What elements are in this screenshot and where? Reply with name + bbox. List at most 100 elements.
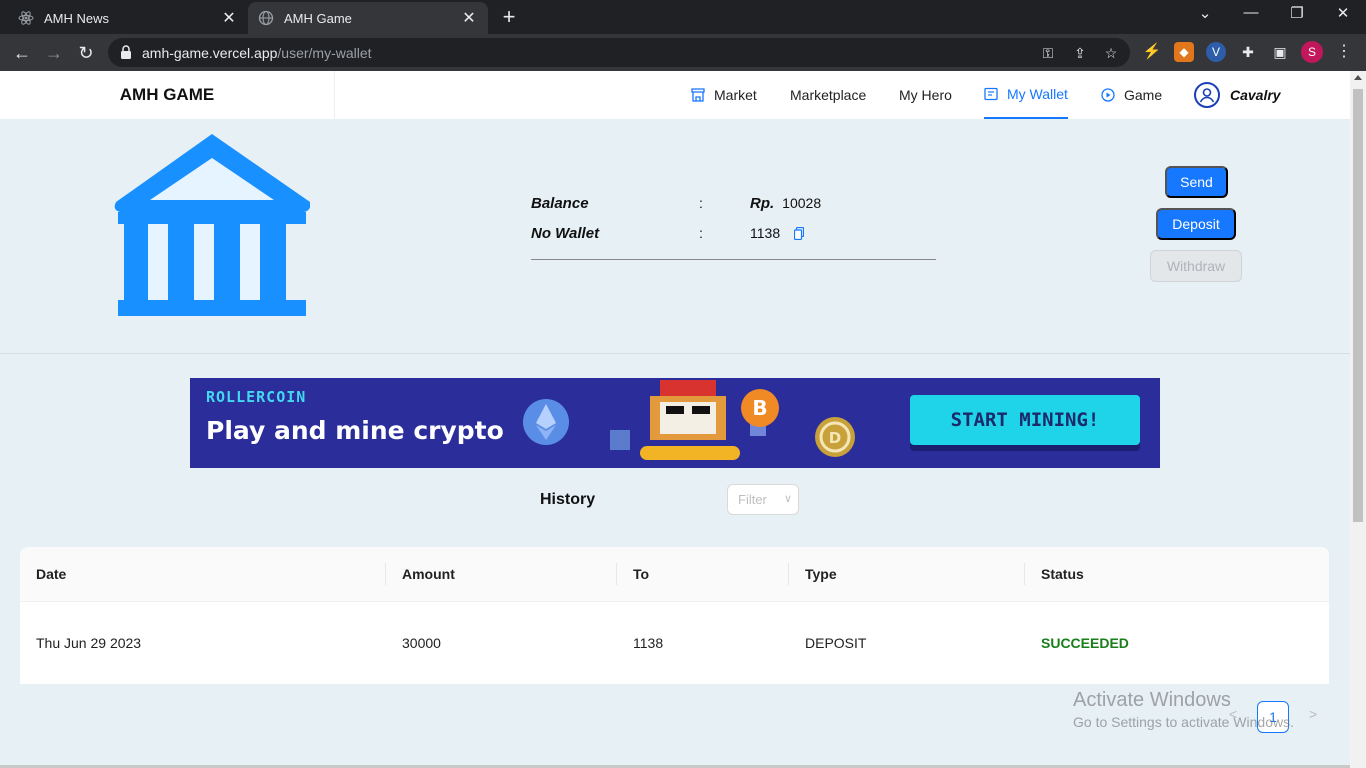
- balance-label: Balance: [531, 195, 589, 212]
- restore-icon[interactable]: ❐: [1282, 4, 1312, 22]
- nav-label: Game: [1124, 87, 1163, 103]
- deposit-button[interactable]: Deposit: [1156, 208, 1236, 240]
- wallet-number-row: No Wallet : 1138: [531, 225, 936, 245]
- bank-icon: [114, 134, 310, 316]
- side-panel-icon[interactable]: ▣: [1270, 42, 1290, 62]
- history-title: History: [540, 491, 596, 508]
- browser-tab-amh-game[interactable]: AMH Game ✕: [248, 2, 488, 34]
- nav-label: My Wallet: [1007, 86, 1068, 102]
- lock-icon: [121, 45, 131, 59]
- copy-icon[interactable]: [794, 227, 805, 240]
- column-divider: [788, 563, 789, 585]
- wallet-label: No Wallet: [531, 225, 600, 242]
- new-tab-icon[interactable]: +: [498, 6, 520, 28]
- cell-status: SUCCEEDED: [1041, 635, 1129, 651]
- svg-text:B: B: [752, 396, 767, 420]
- tab-title: AMH News: [44, 10, 110, 26]
- column-divider: [616, 563, 617, 585]
- nav-game[interactable]: Game: [1101, 71, 1162, 119]
- cell-amount: 30000: [402, 635, 441, 651]
- colon: :: [699, 225, 703, 241]
- star-icon[interactable]: ☆: [1102, 44, 1120, 62]
- column-divider: [385, 563, 386, 585]
- key-icon[interactable]: ⚿: [1039, 44, 1057, 62]
- table-header: Date Amount To Type Status: [20, 547, 1329, 602]
- nav-my-wallet[interactable]: My Wallet: [984, 71, 1068, 119]
- back-icon[interactable]: ←: [10, 41, 34, 65]
- chevron-down-icon: ∨: [783, 493, 792, 505]
- react-icon: [18, 10, 34, 26]
- history-table: Date Amount To Type Status Thu Jun 29 20…: [20, 547, 1329, 684]
- colon: :: [699, 195, 703, 211]
- nav-label: Market: [714, 87, 757, 103]
- rollercoin-ad-banner[interactable]: ROLLERCOIN Play and mine crypto B D STAR…: [190, 378, 1160, 468]
- cell-to: 1138: [633, 635, 664, 651]
- share-icon[interactable]: ⇪: [1071, 44, 1089, 62]
- shop-icon: [691, 88, 705, 102]
- bolt-extension-icon[interactable]: ⚡: [1142, 42, 1162, 62]
- cell-type: DEPOSIT: [805, 635, 867, 651]
- page-scrollbar[interactable]: [1350, 71, 1366, 768]
- browser-tab-amh-news[interactable]: AMH News ✕: [8, 2, 248, 34]
- table-row[interactable]: Thu Jun 29 2023 30000 1138 DEPOSIT SUCCE…: [20, 603, 1329, 684]
- user-icon: [1194, 82, 1220, 108]
- wallet-section: Balance : Rp. 10028 No Wallet : 1138 Send…: [0, 119, 1350, 354]
- wallet-info: Balance : Rp. 10028 No Wallet : 1138: [531, 195, 936, 260]
- nav-marketplace[interactable]: Marketplace: [790, 71, 866, 119]
- cell-date: Thu Jun 29 2023: [36, 635, 142, 651]
- column-header-type[interactable]: Type: [805, 547, 837, 602]
- tab-search-icon[interactable]: ⌄: [1190, 4, 1220, 22]
- balance-value: 10028: [782, 195, 822, 211]
- close-icon[interactable]: ✕: [460, 8, 478, 28]
- nav-label: My Hero: [899, 87, 952, 103]
- start-mining-button[interactable]: START MINING!: [910, 395, 1140, 445]
- play-circle-icon: [1101, 88, 1115, 102]
- extensions-puzzle-icon[interactable]: ✚: [1238, 42, 1258, 62]
- balance-row: Balance : Rp. 10028: [531, 195, 936, 215]
- reload-icon[interactable]: ↻: [74, 41, 98, 65]
- column-header-status[interactable]: Status: [1041, 547, 1084, 602]
- ad-tagline: Play and mine crypto: [206, 416, 504, 445]
- v-extension-icon[interactable]: V: [1206, 42, 1226, 62]
- app-header: AMH GAME Market Marketplace My Hero My W…: [0, 71, 1350, 119]
- globe-icon: [258, 10, 274, 26]
- more-menu-icon[interactable]: ⋮: [1334, 42, 1354, 62]
- watermark-line-2: Go to Settings to activate Windows.: [1073, 714, 1294, 730]
- currency-label: Rp.: [750, 195, 775, 212]
- brand-logo[interactable]: AMH GAME: [0, 71, 335, 119]
- metamask-extension-icon[interactable]: ◆: [1174, 42, 1194, 62]
- nav-label: Marketplace: [790, 87, 867, 103]
- svg-text:D: D: [829, 429, 841, 447]
- send-button[interactable]: Send: [1165, 166, 1228, 198]
- balance-value-group: Rp. 10028: [750, 195, 821, 212]
- column-header-amount[interactable]: Amount: [402, 547, 455, 602]
- browser-toolbar: ← → ↻ amh-game.vercel.app/user/my-wallet…: [0, 34, 1366, 71]
- scroll-up-icon[interactable]: [1354, 75, 1362, 80]
- wallet-number: 1138: [750, 225, 781, 241]
- browser-tab-strip: AMH News ✕ AMH Game ✕ + ⌄ — ❐ ✕: [0, 0, 1366, 34]
- dogecoin-coin-icon: D: [815, 417, 855, 457]
- watermark-line-1: Activate Windows: [1073, 689, 1231, 711]
- column-header-to[interactable]: To: [633, 547, 649, 602]
- profile-avatar[interactable]: S: [1301, 41, 1323, 63]
- window-close-icon[interactable]: ✕: [1328, 4, 1358, 22]
- close-icon[interactable]: ✕: [220, 8, 238, 28]
- filter-select[interactable]: Filter ∨: [727, 484, 799, 515]
- nav-my-hero[interactable]: My Hero: [899, 71, 952, 119]
- filter-placeholder: Filter: [738, 492, 767, 507]
- nav-market[interactable]: Market: [691, 71, 757, 119]
- ad-brand: ROLLERCOIN: [206, 388, 307, 406]
- minimize-icon[interactable]: —: [1236, 4, 1266, 21]
- column-header-date[interactable]: Date: [36, 547, 66, 602]
- column-divider: [1024, 563, 1025, 585]
- withdraw-button[interactable]: Withdraw: [1150, 250, 1242, 282]
- address-bar[interactable]: amh-game.vercel.app/user/my-wallet ⚿ ⇪ ☆: [108, 38, 1130, 67]
- forward-icon[interactable]: →: [42, 41, 66, 65]
- url-text: amh-game.vercel.app/user/my-wallet: [142, 45, 372, 61]
- ethereum-coin-icon: [523, 399, 569, 445]
- user-menu[interactable]: Cavalry: [1194, 82, 1281, 108]
- activate-windows-watermark: Activate Windows Go to Settings to activ…: [1073, 689, 1294, 730]
- scrollbar-thumb[interactable]: [1353, 89, 1363, 522]
- tab-title: AMH Game: [284, 10, 352, 26]
- pagination-next-icon[interactable]: >: [1309, 706, 1317, 722]
